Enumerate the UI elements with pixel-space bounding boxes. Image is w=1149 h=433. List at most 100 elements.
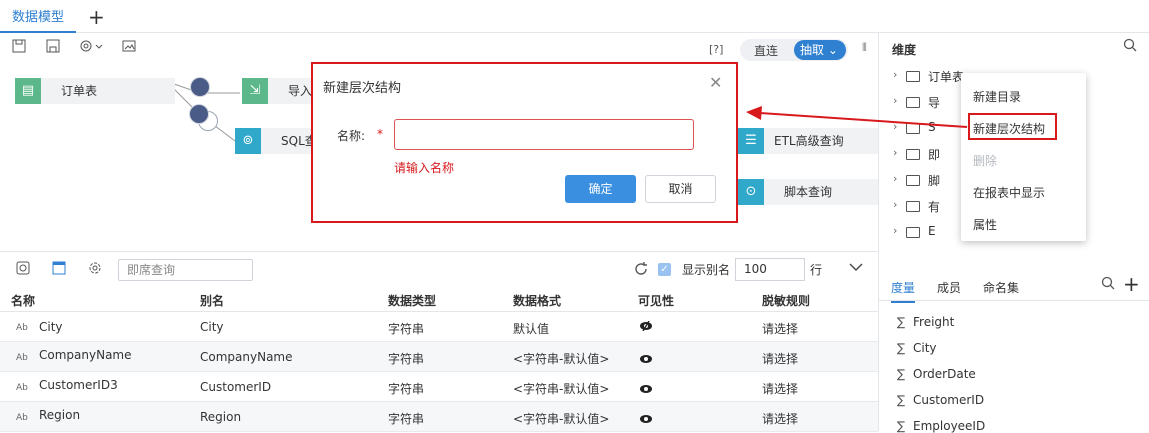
measure-label: City bbox=[913, 341, 937, 355]
cell-name: Region bbox=[39, 408, 81, 422]
refresh-icon[interactable] bbox=[632, 261, 650, 279]
measure-label: CustomerID bbox=[913, 393, 985, 407]
tab-named-set[interactable]: 命名集 bbox=[983, 279, 1019, 296]
node-label: ETL高级查询 bbox=[774, 134, 844, 148]
gear-icon[interactable] bbox=[86, 261, 104, 279]
node-label: 导入 bbox=[288, 84, 313, 98]
header-mask[interactable]: 脱敏规则 bbox=[762, 292, 810, 309]
chevron-down-icon[interactable] bbox=[848, 259, 864, 279]
cell-mask[interactable]: 请选择 bbox=[762, 350, 798, 367]
header-name[interactable]: 名称 bbox=[11, 292, 35, 309]
adhoc-query-input[interactable]: 即席查询 bbox=[118, 259, 253, 281]
cell-mask[interactable]: 请选择 bbox=[762, 320, 798, 337]
ok-button[interactable]: 确定 bbox=[565, 175, 636, 203]
table-row[interactable]: Ab CompanyName CompanyName 字符串 <字符串-默认值>… bbox=[0, 342, 878, 372]
search-icon[interactable] bbox=[1101, 276, 1115, 293]
add-tab-button[interactable]: + bbox=[88, 6, 105, 28]
cell-alias[interactable]: CompanyName bbox=[200, 350, 293, 364]
tree-item-label: 脚 bbox=[928, 174, 941, 188]
cell-mask[interactable]: 请选择 bbox=[762, 410, 798, 427]
chevron-right-icon[interactable]: › bbox=[893, 198, 897, 211]
node-import[interactable]: ⇲ 导入 bbox=[242, 78, 322, 104]
chevron-right-icon[interactable]: › bbox=[893, 94, 897, 107]
node-script[interactable]: ⊙ 脚本查询 bbox=[738, 179, 878, 205]
measure-tabs: 度量 成员 命名集 + bbox=[879, 271, 1149, 303]
field-settings-icon[interactable] bbox=[50, 261, 68, 279]
eye-icon[interactable] bbox=[639, 414, 653, 424]
cancel-button[interactable]: 取消 bbox=[645, 175, 716, 203]
node-label: 订单表 bbox=[61, 84, 98, 98]
chevron-right-icon[interactable]: › bbox=[893, 146, 897, 159]
cell-mask[interactable]: 请选择 bbox=[762, 380, 798, 397]
sql-icon: ⊚ bbox=[235, 128, 261, 154]
cell-name: CustomerID3 bbox=[39, 378, 118, 392]
menu-new-folder[interactable]: 新建目录 bbox=[973, 88, 1021, 105]
table-icon: ▤ bbox=[15, 78, 41, 104]
tab-member[interactable]: 成员 bbox=[937, 279, 961, 296]
cell-type[interactable]: 字符串 bbox=[388, 350, 424, 367]
script-icon: ⊙ bbox=[738, 179, 764, 205]
join-icon[interactable] bbox=[189, 104, 209, 124]
node-sql[interactable]: ⊚ SQL查 bbox=[235, 128, 317, 154]
chevron-right-icon[interactable]: › bbox=[893, 68, 897, 81]
node-order-table[interactable]: ▤ 订单表 bbox=[15, 78, 175, 104]
name-label: 名称: bbox=[337, 129, 366, 143]
show-alias-checkbox[interactable]: ✓ bbox=[658, 263, 671, 276]
folder-icon bbox=[906, 201, 920, 212]
table-row[interactable]: Ab CustomerID3 CustomerID 字符串 <字符串-默认值> … bbox=[0, 372, 878, 402]
cell-type[interactable]: 字符串 bbox=[388, 380, 424, 397]
text-type-icon: Ab bbox=[16, 413, 28, 423]
cell-name: City bbox=[39, 320, 63, 334]
menu-show-in-report[interactable]: 在报表中显示 bbox=[973, 184, 1045, 201]
search-icon[interactable] bbox=[1123, 38, 1137, 56]
rows-input[interactable]: 100 bbox=[735, 258, 805, 281]
tab-measure[interactable]: 度量 bbox=[891, 279, 916, 303]
measure-item[interactable]: ∑ Freight bbox=[897, 315, 954, 329]
eye-hidden-icon[interactable] bbox=[639, 321, 653, 331]
cell-format[interactable]: 默认值 bbox=[513, 320, 549, 337]
database-icon: ☰ bbox=[738, 128, 764, 154]
measure-item[interactable]: ∑ OrderDate bbox=[897, 367, 976, 381]
chevron-right-icon[interactable]: › bbox=[893, 224, 897, 237]
chevron-right-icon[interactable]: › bbox=[893, 172, 897, 185]
eye-icon[interactable] bbox=[639, 384, 653, 394]
folder-icon bbox=[906, 71, 920, 82]
node-etl[interactable]: ☰ ETL高级查询 bbox=[738, 128, 878, 154]
add-icon[interactable]: + bbox=[1123, 272, 1140, 296]
header-format[interactable]: 数据格式 bbox=[513, 292, 561, 309]
cell-format[interactable]: <字符串-默认值> bbox=[513, 350, 609, 367]
folder-icon bbox=[906, 175, 920, 186]
menu-properties[interactable]: 属性 bbox=[973, 216, 997, 233]
preview-icon[interactable] bbox=[14, 261, 32, 279]
cell-type[interactable]: 字符串 bbox=[388, 410, 424, 427]
context-menu: 新建目录 新建层次结构 删除 在报表中显示 属性 bbox=[961, 73, 1086, 241]
text-type-icon: Ab bbox=[16, 353, 28, 363]
cell-type[interactable]: 字符串 bbox=[388, 320, 424, 337]
close-icon[interactable]: ✕ bbox=[709, 73, 722, 92]
tree-item-label: 有 bbox=[928, 200, 941, 214]
sigma-icon: ∑ bbox=[897, 367, 906, 381]
header-alias[interactable]: 别名 bbox=[200, 292, 224, 309]
cell-alias[interactable]: City bbox=[200, 320, 224, 334]
import-icon: ⇲ bbox=[242, 78, 268, 104]
eye-icon[interactable] bbox=[639, 354, 653, 364]
cell-alias[interactable]: CustomerID bbox=[200, 380, 271, 394]
cell-format[interactable]: <字符串-默认值> bbox=[513, 380, 609, 397]
header-visibility[interactable]: 可见性 bbox=[638, 292, 674, 309]
header-type[interactable]: 数据类型 bbox=[388, 292, 436, 309]
cell-format[interactable]: <字符串-默认值> bbox=[513, 410, 609, 427]
validation-error: 请输入名称 bbox=[394, 161, 455, 175]
cell-alias[interactable]: Region bbox=[200, 410, 241, 424]
join-icon[interactable] bbox=[190, 77, 210, 97]
menu-delete[interactable]: 删除 bbox=[973, 152, 997, 169]
text-type-icon: Ab bbox=[16, 383, 28, 393]
measure-item[interactable]: ∑ CustomerID bbox=[897, 393, 984, 407]
chevron-right-icon[interactable]: › bbox=[893, 120, 897, 133]
measure-item[interactable]: ∑ City bbox=[897, 341, 937, 355]
tab-data-model[interactable]: 数据模型 bbox=[0, 6, 76, 33]
table-row[interactable]: Ab Region Region 字符串 <字符串-默认值> 请选择 bbox=[0, 402, 878, 432]
hierarchy-name-input[interactable] bbox=[394, 119, 694, 150]
table-header: 名称 别名 数据类型 数据格式 可见性 脱敏规则 bbox=[0, 286, 878, 312]
table-row[interactable]: Ab City City 字符串 默认值 请选择 bbox=[0, 312, 878, 342]
splitter[interactable] bbox=[0, 251, 878, 252]
